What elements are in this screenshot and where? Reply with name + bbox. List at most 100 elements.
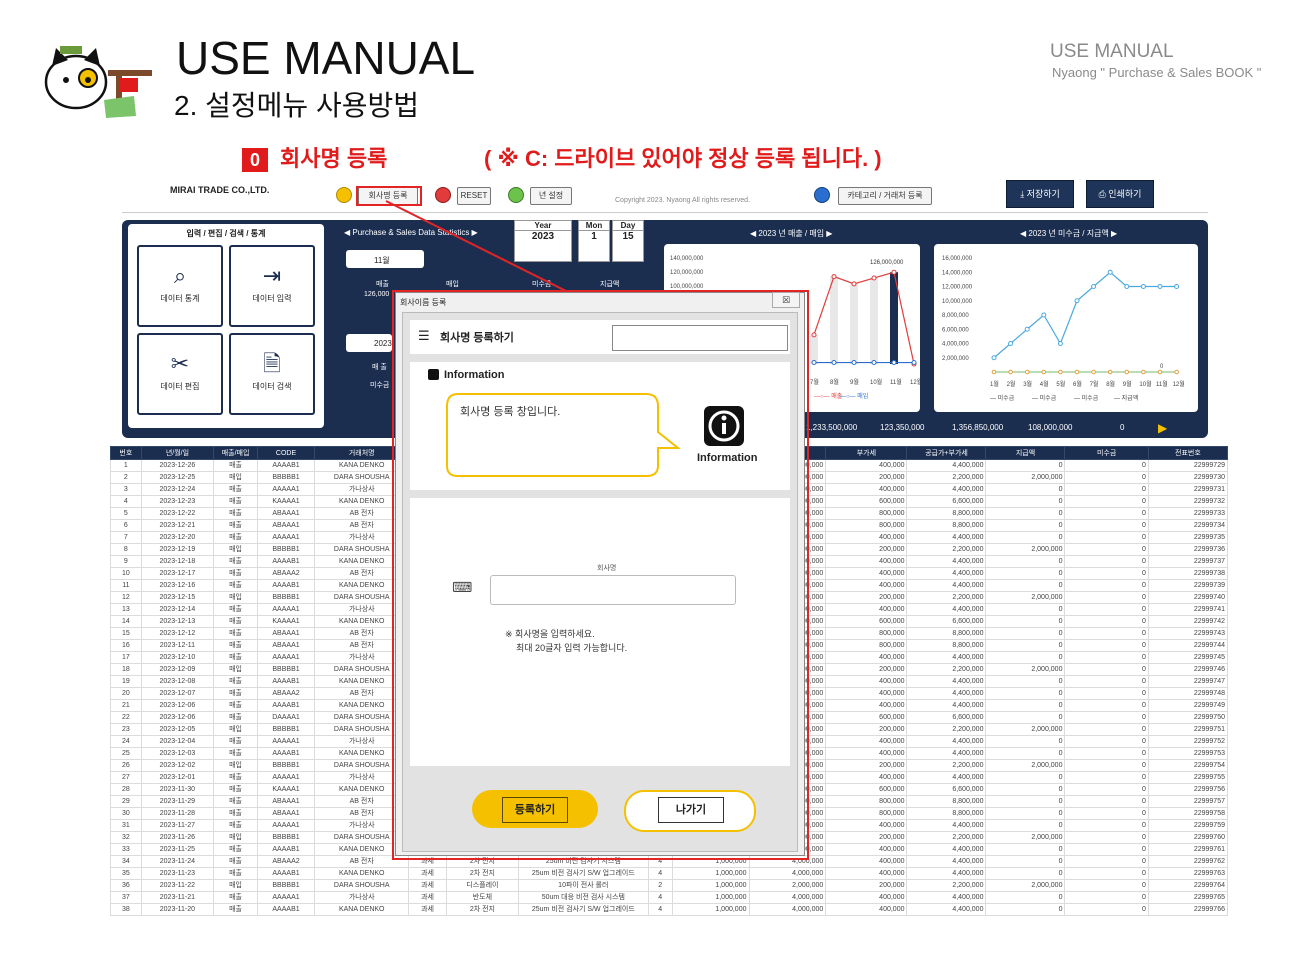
table-cell: 12 xyxy=(110,591,142,604)
table-row[interactable]: 36 2023-11-22 매입 BBBBB1 DARA SHOUSHA 과세 디스플레이 1… xyxy=(110,879,1229,892)
table-cell: 0 xyxy=(985,651,1066,664)
table-cell: BBBBB1 xyxy=(256,543,316,556)
table-cell: 0 xyxy=(1064,699,1149,712)
data-edit-card[interactable]: ✂ 데이터 편집 xyxy=(137,333,223,415)
receivable-point xyxy=(1024,369,1030,375)
table-cell: ABAAA2 xyxy=(256,855,316,868)
row-sales-label: 매 출 xyxy=(372,364,387,371)
x-tick-label: 12월 xyxy=(1173,380,1185,388)
table-cell: 2023-12-09 xyxy=(140,663,215,676)
information-label: Information xyxy=(444,369,505,381)
table-cell: ABAAA1 xyxy=(256,807,316,820)
table-row[interactable]: 37 2023-11-21 매출 AAAAA1 가나상사 과세 반도체 50um 대응 비전 … xyxy=(110,891,1229,904)
table-cell: 800,000 xyxy=(825,507,908,520)
x-tick-label: 2월 xyxy=(1007,380,1016,388)
x-tick-label: 7월 xyxy=(810,378,819,386)
table-cell: 매출 xyxy=(213,711,258,724)
day-value: 15 xyxy=(622,231,634,242)
table-cell: 2,200,000 xyxy=(906,543,987,556)
table-cell: 6 xyxy=(110,519,142,532)
category-register-button[interactable]: 카테고리 / 거래처 등록 xyxy=(838,187,932,205)
table-cell: 과세 xyxy=(408,867,447,880)
register-button-label[interactable]: 등록하기 xyxy=(502,797,568,823)
month-calendar[interactable]: Mon 1 xyxy=(578,220,610,262)
information-icon-label: Information xyxy=(697,452,758,464)
table-cell: 4,400,000 xyxy=(906,651,987,664)
receivable-point xyxy=(1008,369,1013,375)
close-button[interactable]: ☒ xyxy=(772,292,800,308)
buy-point xyxy=(831,360,837,366)
table-cell: 0 xyxy=(985,459,1066,472)
data-stats-label: 데이터 통계 xyxy=(160,294,200,303)
table-cell: 33 xyxy=(110,843,142,856)
table-cell: 과세 xyxy=(408,891,447,904)
exit-button-label[interactable]: 나가기 xyxy=(658,797,724,823)
table-cell: BBBBB1 xyxy=(256,471,316,484)
table-cell: BBBBB1 xyxy=(256,831,316,844)
data-stats-card[interactable]: ⌕ 데이터 통계 xyxy=(137,245,223,327)
table-cell: 매입 xyxy=(213,471,258,484)
table-cell: 30 xyxy=(110,807,142,820)
table-cell: 16 xyxy=(110,639,142,652)
table-cell: 매입 xyxy=(213,663,258,676)
table-cell: 매출 xyxy=(213,687,258,700)
table-cell: AAAAB1 xyxy=(256,747,316,760)
company-name-input[interactable] xyxy=(490,575,736,605)
day-calendar[interactable]: Day 15 xyxy=(612,220,644,262)
table-cell: 4 xyxy=(647,867,673,880)
table-cell: 4,400,000 xyxy=(906,867,987,880)
table-cell: 2023-12-10 xyxy=(140,651,215,664)
table-cell: 매출 xyxy=(213,651,258,664)
table-cell: 2023-12-23 xyxy=(140,495,215,508)
table-cell: BBBBB1 xyxy=(256,591,316,604)
company-name-field-label: 회사명 xyxy=(597,565,617,572)
table-cell: 4,400,000 xyxy=(906,903,987,916)
table-cell: 0 xyxy=(985,783,1066,796)
buy-point xyxy=(891,360,897,366)
table-cell: 디스플레이 xyxy=(445,879,520,892)
search-icon: ⌕ xyxy=(173,263,187,288)
data-search-card[interactable]: 🗎 데이터 검색 xyxy=(229,333,315,415)
table-cell: 22999737 xyxy=(1147,555,1229,568)
table-cell: 4,400,000 xyxy=(906,603,987,616)
table-cell: KAAAA1 xyxy=(256,495,316,508)
table-cell: 0 xyxy=(1064,879,1149,892)
table-cell: AAAAA1 xyxy=(256,891,316,904)
table-cell: 0 xyxy=(1064,783,1149,796)
payment-point xyxy=(1057,341,1063,346)
table-cell: 4,400,000 xyxy=(906,555,987,568)
table-cell: 7 xyxy=(110,531,142,544)
table-cell: 2023-12-13 xyxy=(140,615,215,628)
table-cell: 400,000 xyxy=(825,651,908,664)
table-cell: 4,400,000 xyxy=(906,855,987,868)
table-cell: 600,000 xyxy=(825,783,908,796)
table-cell: 22999753 xyxy=(1147,747,1229,760)
table-cell: 400,000 xyxy=(825,555,908,568)
month-header: Mon xyxy=(579,221,609,231)
table-cell: AAAAB1 xyxy=(256,459,316,472)
table-cell: AAAAA1 xyxy=(256,771,316,784)
save-button[interactable]: ⤓ 저장하기 xyxy=(1006,180,1074,208)
table-cell: 4,400,000 xyxy=(906,459,987,472)
table-cell: 2,000,000 xyxy=(985,723,1066,736)
table-row[interactable]: 35 2023-11-23 매출 AAAAB1 KANA DENKO 과세 2차 전지 25u… xyxy=(110,867,1229,880)
table-cell: 2023-12-18 xyxy=(140,555,215,568)
table-cell: 0 xyxy=(985,615,1066,628)
table-cell: 25um 비전 검사기 S/W 업그레이드 xyxy=(518,903,649,916)
table-cell: 400,000 xyxy=(825,903,908,916)
print-button[interactable]: ⎙ 인쇄하기 xyxy=(1086,180,1154,208)
payment-point xyxy=(1074,298,1080,304)
table-cell: 0 xyxy=(1064,615,1149,628)
table-cell: 22999759 xyxy=(1147,819,1229,832)
data-input-card[interactable]: ⇥ 데이터 입력 xyxy=(229,245,315,327)
blue-status-icon xyxy=(814,187,830,203)
next-arrow-icon[interactable]: ▶ xyxy=(1158,421,1167,435)
table-cell: 38 xyxy=(110,903,142,916)
table-row[interactable]: 38 2023-11-20 매출 AAAAB1 KANA DENKO 과세 2차 전지 25u… xyxy=(110,903,1229,916)
table-cell: 22999746 xyxy=(1147,663,1229,676)
table-cell: 0 xyxy=(1064,759,1149,772)
table-cell: 17 xyxy=(110,651,142,664)
table-cell: 2023-12-15 xyxy=(140,591,215,604)
sum-paid: 108,000,000 xyxy=(1028,423,1073,432)
buy-point xyxy=(851,360,857,366)
